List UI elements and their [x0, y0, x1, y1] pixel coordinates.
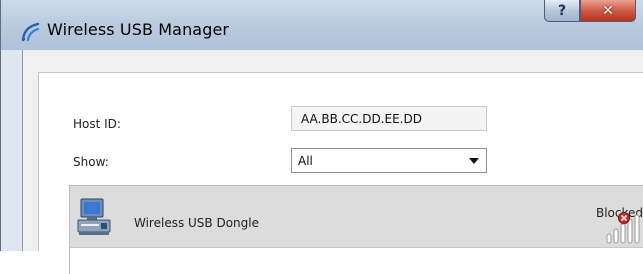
wireless-app-icon: [21, 22, 40, 41]
device-list[interactable]: Wireless USB Dongle Blocked: [69, 185, 643, 274]
device-name: Wireless USB Dongle: [134, 216, 259, 230]
close-button[interactable]: ✕: [580, 0, 636, 22]
device-list-item[interactable]: Wireless USB Dongle Blocked: [70, 186, 643, 248]
help-button[interactable]: ?: [544, 0, 580, 22]
show-selected-value: All: [298, 154, 313, 168]
close-icon: ✕: [602, 2, 614, 19]
chevron-down-icon[interactable]: [469, 158, 479, 164]
title-bar[interactable]: Wireless USB Manager ? ✕: [1, 0, 643, 50]
content-panel: Host ID: AA.BB.CC.DD.EE.DD Show: All Wir…: [38, 72, 643, 274]
computer-icon: [77, 198, 111, 235]
help-icon: ?: [557, 2, 567, 19]
show-label: Show:: [73, 155, 109, 169]
client-area: Host ID: AA.BB.CC.DD.EE.DD Show: All Wir…: [22, 50, 643, 274]
blocked-signal-icon: [606, 212, 640, 244]
wireless-usb-manager-window: Wireless USB Manager ? ✕ Host ID: AA.BB.…: [0, 0, 643, 274]
show-dropdown[interactable]: All: [291, 148, 487, 173]
window-title: Wireless USB Manager: [47, 20, 230, 39]
host-id-field: AA.BB.CC.DD.EE.DD: [291, 106, 487, 131]
host-id-label: Host ID:: [73, 117, 121, 131]
